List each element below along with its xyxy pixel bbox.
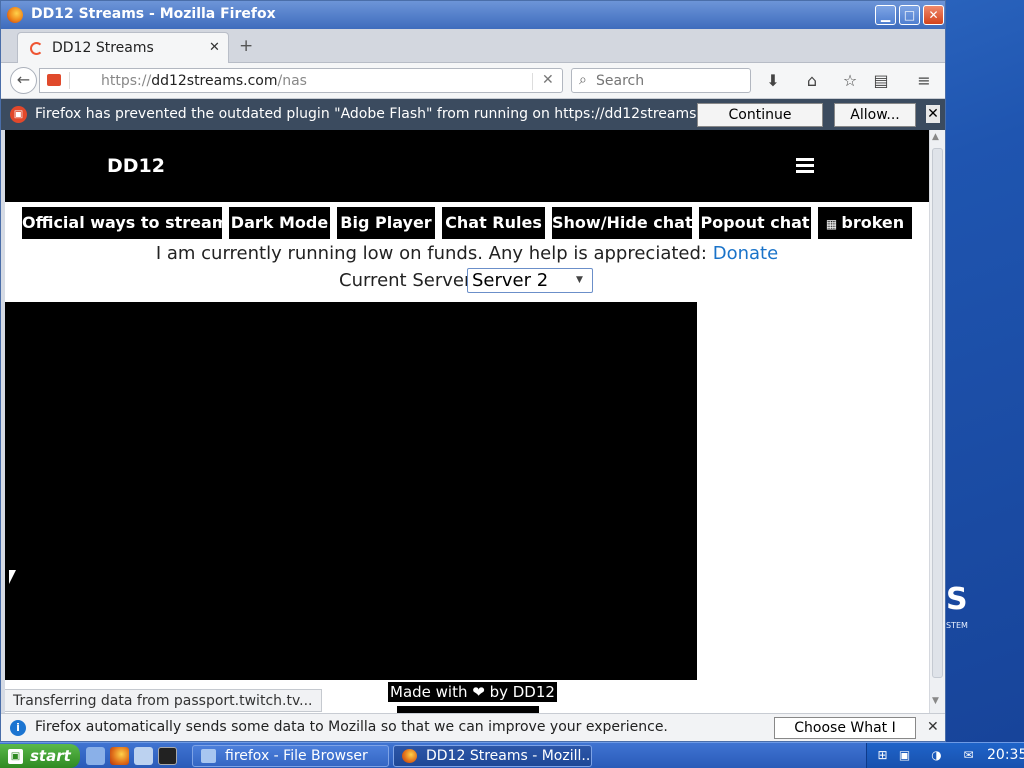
- navigation-bar: ← https://dd12streams.com/nas ✕ ⌕ ⬇ ⌂ ☆ …: [1, 63, 945, 99]
- search-input[interactable]: [596, 73, 746, 89]
- start-label: start: [30, 747, 71, 765]
- quicklaunch-terminal-icon[interactable]: [158, 747, 177, 765]
- close-window-button[interactable]: ✕: [923, 5, 944, 25]
- window-titlebar[interactable]: DD12 Streams - Mozilla Firefox ▁ □ ✕: [1, 1, 945, 29]
- server-select[interactable]: Server 2 ▼: [467, 268, 593, 293]
- funds-text: I am currently running low on funds. Any…: [155, 243, 707, 264]
- plugin-message: Firefox has prevented the outdated plugi…: [35, 106, 736, 122]
- plugin-bar-close-icon[interactable]: ✕: [926, 105, 940, 123]
- search-icon: ⌕: [579, 72, 587, 88]
- site-header: DD12: [5, 130, 929, 202]
- bookmark-star-icon[interactable]: ☆: [838, 69, 862, 93]
- popout-chat-button[interactable]: Popout chat: [699, 207, 811, 239]
- official-ways-button[interactable]: Official ways to stream: [22, 207, 228, 239]
- scroll-up-icon[interactable]: ▲: [932, 132, 939, 142]
- broken-label: broken: [841, 213, 905, 232]
- show-hide-chat-button[interactable]: Show/Hide chat: [552, 207, 693, 239]
- chevron-down-icon: ▼: [576, 275, 583, 285]
- broken-image-icon: ▦: [825, 217, 842, 231]
- plugin-notification-bar: ▣ Firefox has prevented the outdated plu…: [1, 99, 945, 145]
- video-player[interactable]: [5, 302, 697, 680]
- system-tray: ⊞ ▣ ◑ ✉ 20:35: [866, 743, 1024, 768]
- data-bar-close-icon[interactable]: ✕: [927, 719, 939, 735]
- taskbar-item-label: firefox - File Browser: [225, 748, 368, 764]
- scroll-down-icon[interactable]: ▼: [932, 696, 939, 706]
- firefox-logo-icon: [7, 7, 23, 23]
- search-bar[interactable]: ⌕: [571, 68, 751, 93]
- taskbar: ▣ start firefox - File Browser DD12 Stre…: [0, 742, 1024, 768]
- page-content: DD12 Official ways to stream Dark Mode B…: [5, 130, 929, 714]
- home-icon[interactable]: ⌂: [800, 69, 824, 93]
- loading-spinner-icon: [30, 42, 43, 55]
- dark-mode-button[interactable]: Dark Mode: [229, 207, 330, 239]
- quicklaunch-desktop-icon[interactable]: [134, 747, 153, 765]
- back-button[interactable]: ←: [10, 67, 37, 94]
- tab-strip: DD12 Streams ✕ +: [1, 29, 945, 63]
- site-brand[interactable]: DD12: [107, 155, 165, 177]
- stop-icon[interactable]: ✕: [542, 72, 554, 88]
- taskbar-clock: 20:35: [987, 747, 1024, 763]
- url-separator: [69, 72, 70, 89]
- footer-credit: Made with ❤ by DD12: [388, 682, 557, 702]
- status-tooltip: Transferring data from passport.twitch.t…: [5, 689, 322, 712]
- url-prefix: https://: [101, 73, 152, 89]
- quicklaunch-browser-icon[interactable]: [86, 747, 105, 765]
- taskbar-item-file-browser[interactable]: firefox - File Browser: [192, 745, 389, 767]
- menu-icon[interactable]: ≡: [912, 69, 936, 93]
- window-title: DD12 Streams - Mozilla Firefox: [31, 6, 276, 22]
- start-logo-icon: ▣: [8, 749, 23, 764]
- update-icon[interactable]: ◑: [929, 748, 944, 763]
- plugin-blocked-icon[interactable]: [47, 74, 61, 86]
- downloads-icon[interactable]: ⬇: [761, 69, 785, 93]
- reading-list-icon[interactable]: ▤: [869, 69, 893, 93]
- donate-link[interactable]: Donate: [713, 243, 778, 264]
- data-message: Firefox automatically sends some data to…: [35, 719, 668, 735]
- tab-title: DD12 Streams: [52, 40, 154, 56]
- site-menu-icon[interactable]: [796, 158, 814, 173]
- file-browser-icon: [201, 749, 216, 763]
- site-button-row: Official ways to stream Dark Mode Big Pl…: [5, 207, 929, 241]
- start-button[interactable]: ▣ start: [0, 744, 80, 768]
- big-player-button[interactable]: Big Player: [337, 207, 435, 239]
- plugin-warning-icon: ▣: [10, 106, 27, 123]
- network-icon[interactable]: ⊞: [875, 748, 890, 763]
- info-icon: i: [10, 720, 26, 736]
- url-host: dd12streams.com: [151, 73, 278, 89]
- server-selected-value: Server 2: [472, 270, 549, 291]
- continue-blocking-button[interactable]: Continue Blocking: [697, 103, 823, 145]
- mail-icon[interactable]: ✉: [961, 748, 976, 763]
- allow-plugin-button[interactable]: Allow...: [834, 103, 916, 127]
- url-separator-right: [532, 73, 533, 90]
- firefox-window: DD12 Streams - Mozilla Firefox ▁ □ ✕ DD1…: [0, 0, 946, 742]
- taskbar-item-label: DD12 Streams - Mozill...: [426, 748, 592, 764]
- server-label: Current Server:: [339, 270, 478, 291]
- mouse-cursor-icon: [9, 570, 16, 584]
- url-text[interactable]: https://dd12streams.com/nas: [101, 73, 307, 89]
- vertical-scrollbar[interactable]: ▲ ▼: [929, 130, 945, 714]
- funds-message: I am currently running low on funds. Any…: [5, 243, 929, 264]
- display-icon[interactable]: ▣: [897, 748, 912, 763]
- minimize-button[interactable]: ▁: [875, 5, 896, 25]
- choose-what-i-share-button[interactable]: Choose What I Share: [774, 717, 916, 741]
- broken-button[interactable]: ▦ broken: [818, 207, 912, 239]
- data-notification-bar: i Firefox automatically sends some data …: [1, 713, 945, 741]
- desktop-logo-subtitle: STEM: [946, 621, 968, 630]
- quicklaunch-firefox-icon[interactable]: [110, 747, 129, 765]
- scrollbar-thumb[interactable]: [932, 148, 943, 678]
- chat-rules-button[interactable]: Chat Rules: [442, 207, 545, 239]
- tab-close-icon[interactable]: ✕: [209, 40, 220, 55]
- new-tab-icon[interactable]: +: [239, 36, 253, 56]
- url-bar[interactable]: https://dd12streams.com/nas ✕: [39, 68, 563, 93]
- url-path: /nas: [277, 73, 307, 89]
- maximize-button[interactable]: □: [899, 5, 920, 25]
- tab-dd12-streams[interactable]: DD12 Streams ✕: [17, 32, 229, 63]
- firefox-taskbar-icon: [402, 749, 417, 763]
- taskbar-item-firefox[interactable]: DD12 Streams - Mozill...: [393, 745, 592, 767]
- desktop-logo: S: [946, 585, 968, 615]
